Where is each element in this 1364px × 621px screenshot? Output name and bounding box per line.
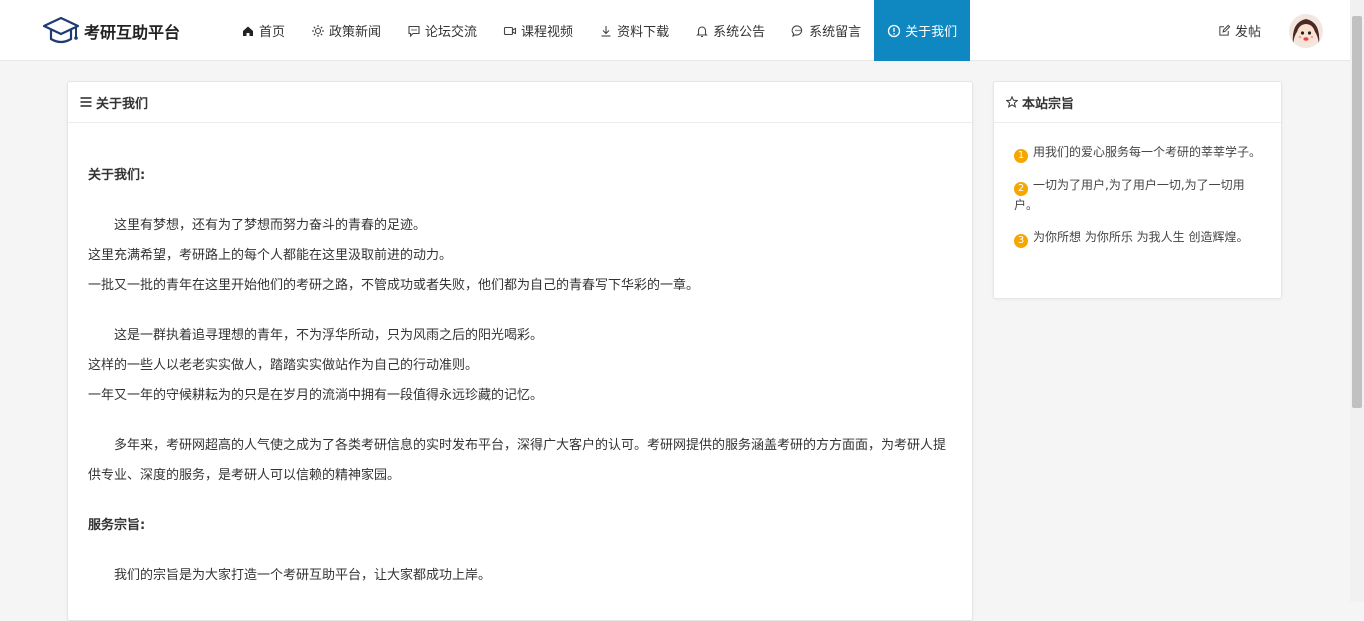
- paragraph-line: 这是一群执着追寻理想的青年，不为浮华所动，只为风雨之后的阳光喝彩。: [114, 328, 544, 343]
- brand[interactable]: 考研互助平台: [42, 12, 180, 50]
- section-heading: 关于我们:: [88, 168, 146, 183]
- nav-item-label: 课程视频: [521, 25, 574, 40]
- brand-name: 考研互助平台: [84, 23, 181, 42]
- about-card-header: 关于我们: [68, 82, 972, 123]
- post-button[interactable]: 发帖: [1218, 21, 1261, 40]
- nav-item-label: 系统留言: [809, 25, 862, 40]
- list-item-text: 一切为了用户,为了用户一切,为了一切用户。: [1014, 178, 1245, 212]
- mission-list: 1 用我们的爱心服务每一个考研的莘莘学子。 2 一切为了用户,为了用户一切,为了一切…: [994, 123, 1281, 248]
- home-icon: [243, 26, 253, 36]
- paragraph-line: 这里有梦想，还有为了梦想而努力奋斗的青春的足迹。: [114, 218, 427, 233]
- info-circle-icon: [887, 24, 901, 37]
- paragraph-line: 这样的一些人以老老实实做人，踏踏实实做站作为自己的行动准则。: [88, 358, 479, 373]
- about-card-title: 关于我们: [96, 96, 149, 112]
- nav-item-about-us[interactable]: 关于我们: [874, 0, 971, 61]
- list-item-text: 用我们的爱心服务每一个考研的莘莘学子。: [1033, 145, 1262, 159]
- about-card: 关于我们 关于我们: 这里有梦想，还有为了梦想而努力奋斗的青春的足迹。 这里充满…: [67, 81, 973, 621]
- section-heading: 服务宗旨:: [88, 518, 146, 533]
- bell-icon: [696, 25, 708, 37]
- nav-item-forum[interactable]: 论坛交流: [394, 0, 490, 61]
- list-item-text: 为你所想 为你所乐 为我人生 创造辉煌。: [1033, 230, 1249, 244]
- vertical-scrollbar[interactable]: [1350, 0, 1364, 602]
- top-navbar: 考研互助平台 首页 政策新闻 论坛交流 课程视频 资料下载 系统公告 系统留言 …: [0, 0, 1350, 61]
- mission-card-header: 本站宗旨: [994, 82, 1281, 123]
- nav-right: 发帖: [1218, 0, 1324, 61]
- paragraph: 多年来，考研网超高的人气使之成为了各类考研信息的实时发布平台，深得广大客户的认可…: [88, 438, 947, 483]
- nav-item-home[interactable]: 首页: [228, 0, 298, 61]
- paragraph-line: 一年又一年的守候耕耘为的只是在岁月的流淌中拥有一段值得永远珍藏的记忆。: [88, 388, 544, 403]
- nav-item-label: 系统公告: [713, 25, 766, 40]
- paragraph: 我们的宗旨是为大家打造一个考研互助平台，让大家都成功上岸。: [114, 568, 492, 583]
- message-icon: [408, 25, 420, 37]
- edit-icon: [1219, 24, 1231, 36]
- scrollbar-thumb[interactable]: [1352, 16, 1362, 408]
- nav-item-label: 政策新闻: [329, 25, 382, 40]
- avatar[interactable]: [1289, 13, 1324, 48]
- avatar-image: [1289, 13, 1324, 48]
- list-icon: [80, 97, 92, 107]
- paragraph-line: 这里充满希望，考研路上的每个人都能在这里汲取前进的动力。: [88, 248, 453, 263]
- post-label: 发帖: [1235, 25, 1262, 40]
- nav-item-label: 资料下载: [617, 25, 670, 40]
- paragraph-line: 一批又一批的青年在这里开始他们的考研之路，不管成功或者失败，他们都为自己的青春写…: [88, 278, 700, 293]
- nav-item-announcement[interactable]: 系统公告: [682, 0, 778, 61]
- star-icon: [1006, 96, 1018, 108]
- nav-item-policy-news[interactable]: 政策新闻: [298, 0, 394, 61]
- mission-card: 本站宗旨 1 用我们的爱心服务每一个考研的莘莘学子。 2 一切为了用户,为了用户一切…: [993, 81, 1282, 299]
- list-item: 2 一切为了用户,为了用户一切,为了一切用户。: [1014, 176, 1261, 215]
- nav-item-label: 论坛交流: [425, 25, 478, 40]
- chat-icon: [791, 24, 803, 37]
- nav-item-course-video[interactable]: 课程视频: [490, 0, 586, 61]
- list-item: 1 用我们的爱心服务每一个考研的莘莘学子。: [1014, 143, 1261, 163]
- nav-item-label: 首页: [259, 25, 286, 40]
- nav-item-download[interactable]: 资料下载: [586, 0, 682, 61]
- number-badge: 1: [1014, 149, 1028, 163]
- main-nav: 首页 政策新闻 论坛交流 课程视频 资料下载 系统公告 系统留言 关于我们: [228, 0, 971, 61]
- sun-icon: [312, 24, 325, 37]
- graduation-cap-icon: [42, 16, 80, 44]
- mission-card-title: 本站宗旨: [1022, 96, 1075, 112]
- list-item: 3 为你所想 为你所乐 为我人生 创造辉煌。: [1014, 228, 1261, 248]
- about-content: 关于我们: 这里有梦想，还有为了梦想而努力奋斗的青春的足迹。 这里充满希望，考研…: [68, 123, 972, 591]
- video-icon: [503, 26, 517, 35]
- number-badge: 3: [1014, 234, 1028, 248]
- nav-item-label: 关于我们: [905, 25, 958, 40]
- nav-item-message[interactable]: 系统留言: [778, 0, 874, 61]
- download-icon: [601, 25, 611, 37]
- number-badge: 2: [1014, 182, 1028, 196]
